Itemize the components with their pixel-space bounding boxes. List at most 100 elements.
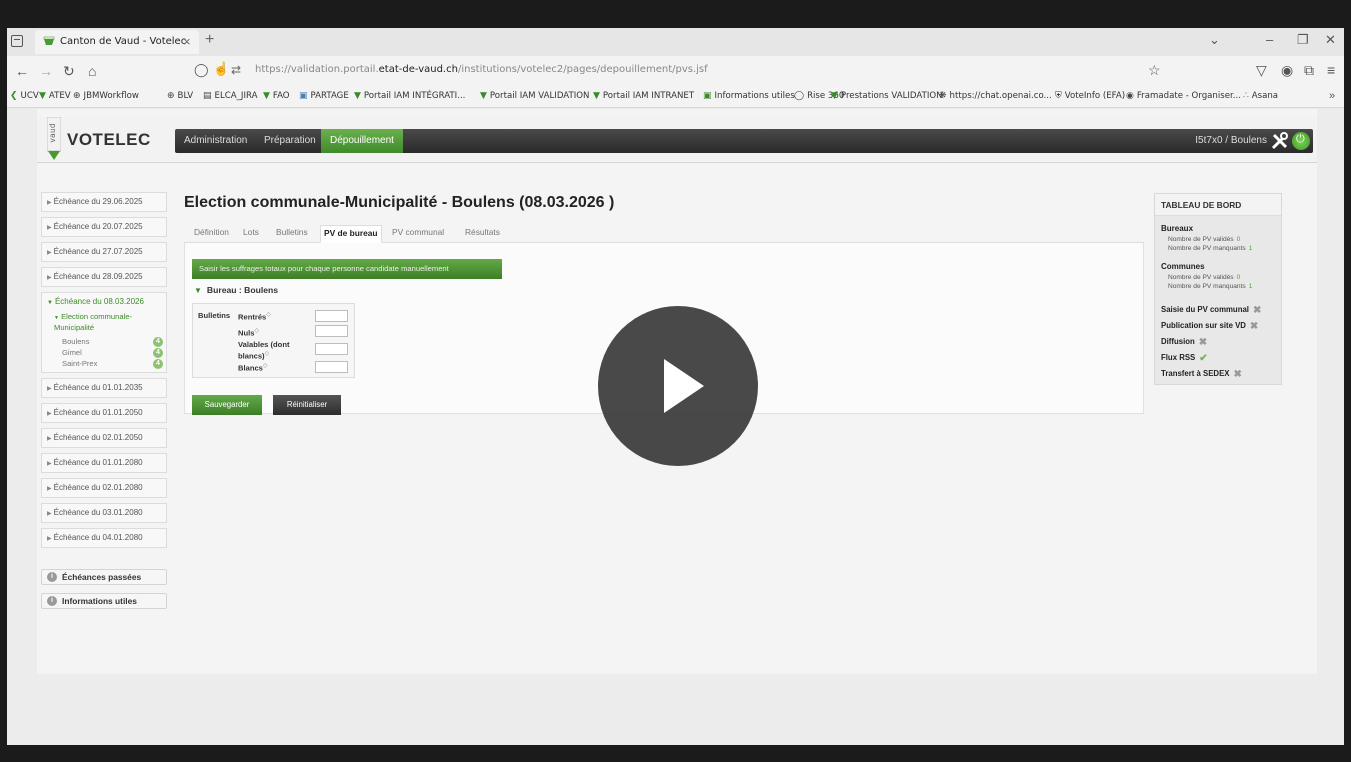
restore-icon[interactable]: ❐	[1297, 32, 1309, 48]
tab-pv-communal[interactable]: PV communal	[389, 225, 447, 243]
sidebar-echeances-passees[interactable]: i Échéances passées	[41, 569, 167, 585]
url-bar[interactable]: ◯ ☝ ⇄ https://validation.portail.etat-de…	[191, 59, 1149, 83]
account-icon[interactable]: ◉	[1281, 62, 1293, 79]
bookmark-item[interactable]: ▣ PARTAGE	[299, 91, 349, 101]
bookmark-item[interactable]: ◉ Framadate - Organiser...	[1126, 91, 1241, 101]
tracking-shield-icon[interactable]: ◯	[194, 62, 209, 78]
lock-icon[interactable]: ☝	[213, 61, 229, 77]
logo-text: VOTELEC	[67, 130, 151, 149]
pocket-icon[interactable]: ▽	[1256, 62, 1267, 79]
tab-definition[interactable]: Définition	[191, 225, 232, 243]
bookmark-item[interactable]: ❋ https://chat.openai.co...	[939, 91, 1052, 101]
video-bottom-bar	[0, 745, 1351, 762]
close-window-icon[interactable]: ✕	[1325, 32, 1336, 48]
sidebar-commune[interactable]: Saint-Prex 4	[42, 358, 166, 369]
sidebar-item-echeance[interactable]: ▶ Échéance du 01.01.2035	[41, 378, 167, 398]
sidebar-item-echeance[interactable]: ▶ Échéance du 02.01.2080	[41, 478, 167, 498]
bookmark-item[interactable]: ∴ Asana	[1243, 91, 1278, 101]
collapse-icon: ▼	[194, 286, 202, 295]
valables-input[interactable]	[315, 343, 348, 355]
sidebar-informations-utiles[interactable]: i Informations utiles	[41, 593, 167, 609]
tab-resultats[interactable]: Résultats	[462, 225, 503, 243]
tab-title: Canton de Vaud - Votelec	[60, 36, 187, 47]
blancs-input[interactable]	[315, 361, 348, 373]
sidebar-commune[interactable]: Gimel 4	[42, 347, 166, 358]
dashboard-row: Nombre de PV manquants 1	[1168, 245, 1253, 252]
tab-overflow-icon[interactable]: ⌄	[1209, 32, 1220, 48]
tools-icon[interactable]	[1271, 132, 1289, 150]
bookmark-item[interactable]: ▼ Portail IAM INTRANET	[593, 91, 694, 101]
expand-icon: ▶	[47, 386, 52, 392]
url-text: https://validation.portail.etat-de-vaud.…	[255, 64, 708, 75]
bookmark-item[interactable]: ⊕ BLV	[167, 91, 193, 101]
new-tab-button[interactable]: +	[205, 31, 214, 49]
sidebar-item-echeance[interactable]: ▶ Échéance du 01.01.2050	[41, 403, 167, 423]
tab-lots[interactable]: Lots	[240, 225, 262, 243]
bookmarks-more-icon[interactable]: »	[1329, 90, 1335, 102]
close-tab-icon[interactable]: ×	[183, 34, 191, 49]
expand-icon: ▶	[47, 225, 52, 231]
bookmark-item[interactable]: ❮ UCV	[10, 91, 39, 101]
sidebar-election[interactable]: ▼ Election communale-Municipalité	[42, 312, 166, 332]
nav-preparation[interactable]: Préparation	[255, 129, 325, 153]
sidebar-item-echeance[interactable]: ▶ Échéance du 04.01.2080	[41, 528, 167, 548]
power-icon[interactable]	[1292, 132, 1310, 150]
info-icon: i	[47, 572, 57, 582]
sidebar-item-echeance[interactable]: ▶ Échéance du 28.09.2025	[41, 267, 167, 287]
expand-icon: ▶	[47, 461, 52, 467]
bookmark-item[interactable]: ▼ Portail IAM VALIDATION	[480, 91, 589, 101]
cross-icon: ✖	[1249, 321, 1259, 332]
bookmark-item[interactable]: ⛨ VoteInfo (EFA)	[1055, 91, 1125, 101]
sidebar-item-echeance-open[interactable]: ▼ Échéance du 08.03.2026	[42, 293, 166, 312]
save-button[interactable]: Sauvegarder	[192, 395, 262, 415]
bookmark-item[interactable]: ▣ Informations utiles	[703, 91, 795, 101]
permissions-icon[interactable]: ⇄	[231, 63, 241, 77]
manual-entry-button[interactable]: Saisir les suffrages totaux pour chaque …	[192, 259, 502, 279]
sidebar-commune[interactable]: Boulens 4	[42, 336, 166, 347]
tab-pv-de-bureau[interactable]: PV de bureau	[320, 225, 382, 243]
bookmark-item[interactable]: ▤ ELCA_JIRA	[203, 91, 257, 101]
action-saisie-pv[interactable]: Saisie du PV communal ✖	[1161, 305, 1261, 316]
back-icon[interactable]: ←	[15, 63, 29, 79]
nuls-input[interactable]	[315, 325, 348, 337]
tab-bulletins[interactable]: Bulletins	[273, 225, 311, 243]
home-icon[interactable]: ⌂	[88, 63, 96, 79]
collapse-icon: ▼	[54, 315, 59, 321]
expand-icon: ▶	[47, 275, 52, 281]
bookmark-item[interactable]: ⊕ JBMWorkflow	[73, 91, 139, 101]
dashboard-title: TABLEAU DE BORD	[1155, 194, 1281, 216]
tab-list-icon[interactable]	[11, 35, 23, 47]
rentres-input[interactable]	[315, 310, 348, 322]
sidebar-item-echeance[interactable]: ▶ Échéance du 27.07.2025	[41, 242, 167, 262]
main-nav: Administration Préparation Dépouillement…	[175, 129, 1313, 153]
bookmark-star-icon[interactable]: ☆	[1148, 62, 1161, 79]
bookmarks-bar: ❮ UCV ▼ ATEV ⊕ JBMWorkflow ⊕ BLV ▤ ELCA_JIRA …	[7, 86, 1344, 108]
bureau-heading[interactable]: ▼ Bureau : Boulens	[194, 285, 278, 295]
browser-tab[interactable]: Canton de Vaud - Votelec ×	[35, 30, 199, 54]
action-diffusion[interactable]: Diffusion ✖	[1161, 337, 1207, 348]
page-title: Election communale-Municipalité - Boulen…	[184, 194, 615, 211]
extensions-icon[interactable]: ⧉	[1304, 62, 1314, 79]
sidebar-item-echeance[interactable]: ▶ Échéance du 02.01.2050	[41, 428, 167, 448]
play-button[interactable]	[598, 306, 758, 466]
minimize-icon[interactable]: –	[1266, 32, 1273, 47]
bookmark-item[interactable]: ▼ FAO	[263, 91, 290, 101]
action-publication[interactable]: Publication sur site VD ✖	[1161, 321, 1258, 332]
play-icon	[664, 359, 704, 413]
bookmark-item[interactable]: ▼ Portail IAM INTÉGRATI...	[354, 91, 465, 101]
reload-icon[interactable]: ↻	[63, 63, 75, 80]
reset-button[interactable]: Réinitialiser	[273, 395, 341, 415]
bookmark-item[interactable]: ▼ Prestations VALIDATION	[831, 91, 943, 101]
sidebar-item-echeance[interactable]: ▶ Échéance du 20.07.2025	[41, 217, 167, 237]
navigation-bar: ← → ↻ ⌂ ◯ ☝ ⇄ https://validation.portail…	[7, 56, 1344, 86]
action-flux-rss[interactable]: Flux RSS ✔	[1161, 353, 1208, 364]
sidebar-item-echeance[interactable]: ▶ Échéance du 03.01.2080	[41, 503, 167, 523]
sidebar-item-echeance[interactable]: ▶ Échéance du 29.06.2025	[41, 192, 167, 212]
sidebar-item-echeance[interactable]: ▶ Échéance du 01.01.2080	[41, 453, 167, 473]
bookmark-item[interactable]: ▼ ATEV	[39, 91, 71, 101]
action-sedex[interactable]: Transfert à SEDEX ✖	[1161, 369, 1242, 380]
nav-administration[interactable]: Administration	[175, 129, 256, 153]
forward-icon[interactable]: →	[39, 63, 53, 79]
nav-depouillement[interactable]: Dépouillement	[321, 129, 403, 153]
menu-icon[interactable]: ≡	[1327, 62, 1335, 78]
